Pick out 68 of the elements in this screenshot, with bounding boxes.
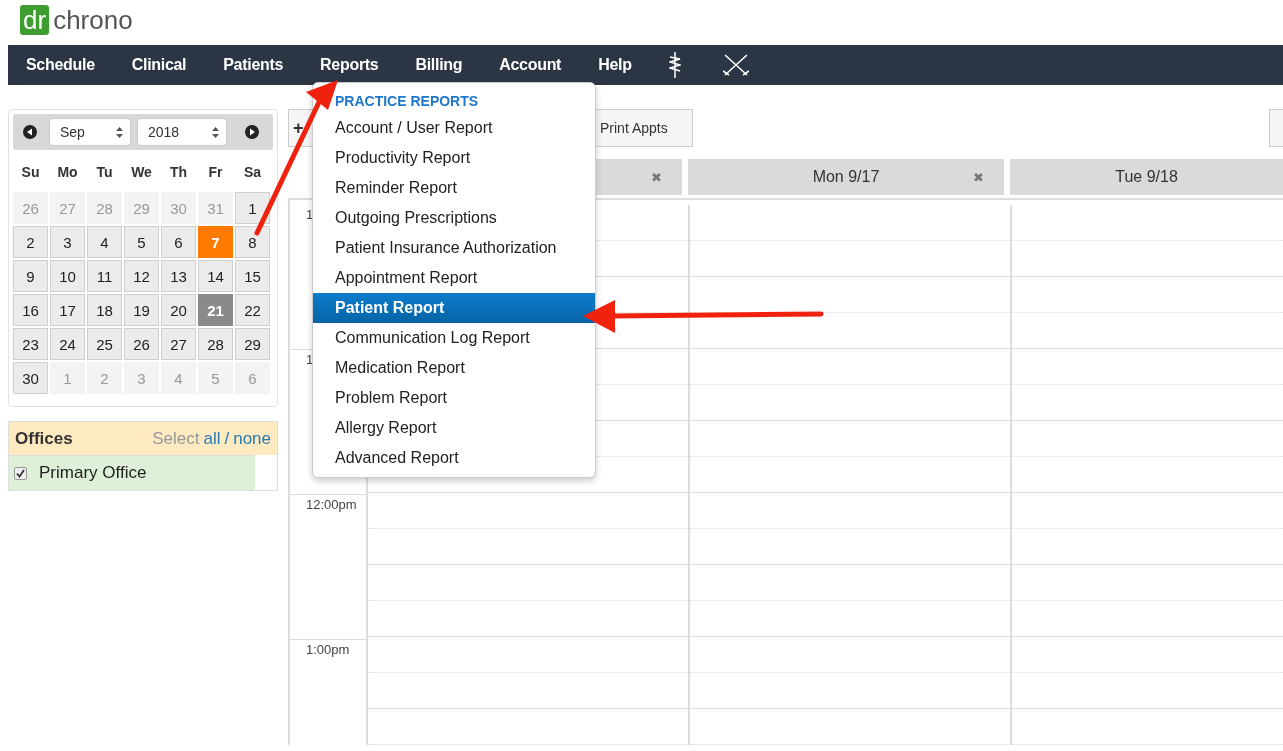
menu-item[interactable]: Allergy Report bbox=[313, 413, 595, 443]
calendar-day[interactable]: 15 bbox=[235, 260, 270, 292]
calendar-day[interactable]: 29 bbox=[235, 328, 270, 360]
calendar-day[interactable]: 1 bbox=[235, 192, 270, 224]
time-label: 12:00pm bbox=[306, 497, 357, 512]
calendar-day[interactable]: 6 bbox=[161, 226, 196, 258]
calendar-day[interactable]: 25 bbox=[87, 328, 122, 360]
calendar-day[interactable]: 16 bbox=[13, 294, 48, 326]
calendar-day[interactable]: 19 bbox=[124, 294, 159, 326]
nav-link[interactable]: Patients bbox=[223, 56, 284, 74]
logo-mark: dr bbox=[20, 5, 50, 35]
menu-item[interactable]: Outgoing Prescriptions bbox=[313, 203, 595, 233]
menu-item[interactable]: Patient Insurance Authorization bbox=[313, 233, 595, 263]
logo-wordmark: chrono bbox=[53, 5, 133, 35]
nav-link[interactable]: Help bbox=[598, 56, 632, 74]
calendar-day[interactable]: 9 bbox=[13, 260, 48, 292]
calendar-day[interactable]: 20 bbox=[161, 294, 196, 326]
nav-link[interactable]: Clinical bbox=[131, 56, 187, 74]
calendar-day[interactable]: 14 bbox=[198, 260, 233, 292]
calendar-day[interactable]: 5 bbox=[124, 226, 159, 258]
menu-item[interactable]: Appointment Report bbox=[313, 263, 595, 293]
weekday-label: Sa bbox=[242, 164, 263, 182]
calendar-day[interactable]: 12 bbox=[124, 260, 159, 292]
menu-item[interactable]: Problem Report bbox=[313, 383, 595, 413]
menu-item[interactable]: Medication Report bbox=[313, 353, 595, 383]
office-label: Primary Office bbox=[39, 463, 147, 483]
nav-link[interactable]: Reports bbox=[320, 56, 379, 74]
calendar-day[interactable]: 30 bbox=[13, 362, 48, 394]
calendar-day[interactable]: 4 bbox=[87, 226, 122, 258]
select-label: Select bbox=[152, 428, 200, 449]
nav-link[interactable]: Account bbox=[499, 56, 562, 74]
day-label: Mon 9/17 bbox=[812, 168, 880, 186]
weekday-label: We bbox=[130, 164, 153, 182]
calendar-day[interactable]: 24 bbox=[50, 328, 85, 360]
offices-title: Offices bbox=[15, 428, 73, 449]
menu-item[interactable]: Reminder Report bbox=[313, 173, 595, 203]
link-separator: / bbox=[224, 428, 230, 449]
year-select[interactable]: 2018 bbox=[137, 118, 227, 146]
weekday-label: Th bbox=[168, 164, 189, 182]
calendar-day[interactable]: 18 bbox=[87, 294, 122, 326]
time-label: 1:00pm bbox=[306, 642, 350, 657]
calendar-day[interactable]: 10 bbox=[50, 260, 85, 292]
calendar-day[interactable]: 11 bbox=[87, 260, 122, 292]
weekday-label: Su bbox=[20, 164, 41, 182]
nav-link[interactable]: Schedule bbox=[26, 56, 95, 74]
calendar-day[interactable]: 22 bbox=[235, 294, 270, 326]
select-all-link[interactable]: all bbox=[203, 428, 221, 449]
calendar-day[interactable]: 8 bbox=[235, 226, 270, 258]
calendar-day[interactable]: 13 bbox=[161, 260, 196, 292]
weekday-label: Tu bbox=[95, 164, 114, 182]
month-select[interactable]: Sep bbox=[49, 118, 131, 146]
weekday-label: Mo bbox=[56, 164, 79, 182]
day-label: Tue 9/18 bbox=[1115, 168, 1178, 186]
weekday-label: Fr bbox=[207, 164, 224, 182]
menu-item[interactable]: Patient Report bbox=[313, 293, 595, 323]
calendar-day[interactable]: 23 bbox=[13, 328, 48, 360]
calendar-day[interactable]: 26 bbox=[124, 328, 159, 360]
calendar-day[interactable]: 3 bbox=[50, 226, 85, 258]
calendar-day[interactable]: 28 bbox=[198, 328, 233, 360]
select-none-link[interactable]: none bbox=[233, 428, 271, 449]
calendar-day[interactable]: 2 bbox=[13, 226, 48, 258]
calendar-day[interactable]: 27 bbox=[161, 328, 196, 360]
menu-item[interactable]: Advanced Report bbox=[313, 443, 595, 473]
menu-heading: PRACTICE REPORTS bbox=[334, 92, 480, 111]
office-row[interactable]: Primary Office bbox=[9, 455, 255, 490]
menu-item[interactable]: Communication Log Report bbox=[313, 323, 595, 353]
nav-link[interactable]: Billing bbox=[415, 56, 463, 74]
calendar-day[interactable]: 17 bbox=[50, 294, 85, 326]
